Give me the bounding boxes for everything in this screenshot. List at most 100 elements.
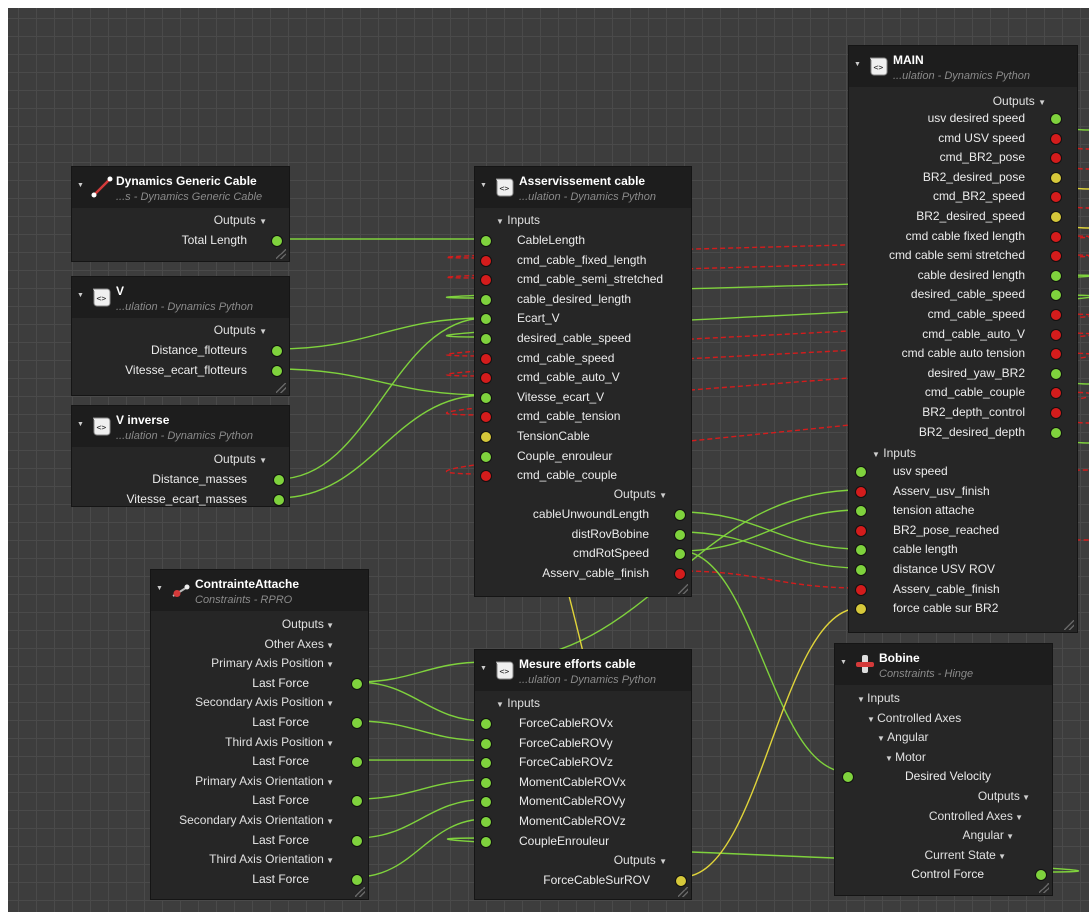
group-other-axes[interactable]: Other Axes ▼ [151, 635, 334, 653]
output-port[interactable] [1050, 387, 1062, 400]
collapse-icon[interactable]: ▼ [840, 659, 847, 666]
output-port[interactable] [1050, 250, 1062, 263]
output-port[interactable] [271, 365, 283, 377]
output-port[interactable] [1050, 426, 1062, 439]
input-port[interactable] [855, 466, 867, 478]
inputs-header[interactable]: ▼ Inputs [496, 694, 540, 712]
input-port[interactable] [855, 524, 867, 537]
output-port[interactable] [1050, 152, 1062, 165]
node-contrainte-attache[interactable]: ▼ ContrainteAttache Constraints - RPRO O… [150, 569, 369, 900]
resize-grip[interactable] [276, 383, 286, 393]
output-port[interactable] [1050, 132, 1062, 145]
resize-grip[interactable] [355, 887, 365, 897]
input-port[interactable] [480, 274, 492, 287]
input-port[interactable] [855, 564, 867, 576]
node-header[interactable]: ▼ <> MAIN ...ulation - Dynamics Python [849, 46, 1077, 87]
output-port[interactable] [674, 509, 686, 521]
resize-grip[interactable] [678, 887, 688, 897]
input-port[interactable] [480, 757, 492, 770]
output-port[interactable] [1050, 113, 1062, 125]
node-mesure-efforts-cable[interactable]: ▼ <> Mesure efforts cable ...ulation - D… [474, 649, 692, 900]
output-port[interactable] [1035, 869, 1047, 882]
output-port[interactable] [674, 567, 686, 580]
input-port[interactable] [480, 796, 492, 809]
input-port[interactable] [480, 816, 492, 828]
input-port[interactable] [480, 352, 492, 365]
node-main[interactable]: ▼ <> MAIN ...ulation - Dynamics Python O… [848, 45, 1078, 633]
collapse-icon[interactable]: ▼ [480, 182, 487, 189]
output-port[interactable] [1050, 309, 1062, 321]
output-port[interactable] [1050, 211, 1062, 223]
output-port[interactable] [351, 756, 363, 769]
group-angular[interactable]: ▼ Angular [877, 728, 929, 746]
input-port[interactable] [480, 470, 492, 483]
output-port[interactable] [351, 873, 363, 886]
input-port[interactable] [480, 372, 492, 385]
output-port[interactable] [1050, 367, 1062, 380]
collapse-icon[interactable]: ▼ [854, 61, 861, 68]
output-port[interactable] [1050, 191, 1062, 204]
group-outputs[interactable]: Outputs ▼ [835, 787, 1030, 805]
resize-grip[interactable] [678, 584, 688, 594]
input-port[interactable] [480, 313, 492, 326]
input-port[interactable] [480, 411, 492, 424]
input-port[interactable] [480, 293, 492, 306]
input-port[interactable] [855, 583, 867, 596]
output-port[interactable] [1050, 269, 1062, 282]
outputs-header[interactable]: Outputs ▼ [72, 321, 267, 339]
node-header[interactable]: ▼ Dynamics Generic Cable ...s - Dynamics… [72, 167, 289, 208]
output-port[interactable] [351, 795, 363, 808]
output-port[interactable] [351, 834, 363, 847]
outputs-header[interactable]: Outputs ▼ [475, 851, 667, 869]
input-port[interactable] [855, 485, 867, 498]
node-header[interactable]: ▼ <> Mesure efforts cable ...ulation - D… [475, 650, 691, 691]
node-v-inverse[interactable]: ▼ <> V inverse ...ulation - Dynamics Pyt… [71, 405, 290, 507]
group-current-state[interactable]: Current State ▼ [835, 846, 1006, 864]
input-port[interactable] [842, 771, 854, 784]
input-port[interactable] [480, 718, 492, 730]
collapse-icon[interactable]: ▼ [156, 585, 163, 592]
group-controlled-axes[interactable]: ▼ Controlled Axes [867, 709, 961, 727]
resize-grip[interactable] [1064, 620, 1074, 630]
inputs-header[interactable]: ▼ Inputs [496, 211, 540, 229]
output-port[interactable] [674, 548, 686, 561]
outputs-header[interactable]: Outputs ▼ [849, 92, 1046, 110]
collapse-icon[interactable]: ▼ [480, 665, 487, 672]
output-port[interactable] [1050, 328, 1062, 341]
input-port[interactable] [480, 235, 492, 247]
group-outputs[interactable]: Outputs ▼ [151, 615, 334, 633]
input-port[interactable] [480, 737, 492, 750]
output-port[interactable] [1050, 348, 1062, 361]
output-port[interactable] [1050, 171, 1062, 184]
outputs-header[interactable]: Outputs ▼ [72, 450, 267, 468]
group-controlled-axes[interactable]: Controlled Axes ▼ [835, 807, 1023, 825]
output-port[interactable] [273, 494, 285, 506]
collapse-icon[interactable]: ▼ [77, 421, 84, 428]
output-port[interactable] [675, 875, 687, 887]
resize-grip[interactable] [1039, 883, 1049, 893]
output-port[interactable] [674, 528, 686, 541]
group-third-axis-orientation[interactable]: Third Axis Orientation ▼ [151, 850, 334, 868]
group-angular[interactable]: Angular ▼ [835, 826, 1014, 844]
node-header[interactable]: ▼ <> Asservissement cable ...ulation - D… [475, 167, 691, 208]
inputs-header[interactable]: ▼ Inputs [872, 444, 916, 462]
group-primary-axis-position[interactable]: Primary Axis Position ▼ [151, 654, 334, 672]
input-port[interactable] [480, 431, 492, 443]
input-port[interactable] [480, 776, 492, 789]
collapse-icon[interactable]: ▼ [77, 292, 84, 299]
output-port[interactable] [351, 717, 363, 729]
output-port[interactable] [1050, 407, 1062, 419]
node-header[interactable]: ▼ <> V inverse ...ulation - Dynamics Pyt… [72, 406, 289, 447]
node-v[interactable]: ▼ <> V ...ulation - Dynamics Python Outp… [71, 276, 290, 396]
node-header[interactable]: ▼ ContrainteAttache Constraints - RPRO [151, 570, 368, 611]
input-port[interactable] [480, 450, 492, 463]
outputs-header[interactable]: Outputs ▼ [72, 211, 267, 229]
output-port[interactable] [271, 235, 283, 247]
output-port[interactable] [351, 677, 363, 690]
input-port[interactable] [480, 391, 492, 404]
group-primary-axis-orientation[interactable]: Primary Axis Orientation ▼ [151, 772, 334, 790]
output-port[interactable] [271, 345, 283, 357]
node-header[interactable]: ▼ Bobine Constraints - Hinge [835, 644, 1052, 685]
group-inputs[interactable]: ▼ Inputs [857, 689, 900, 707]
group-secondary-axis-position[interactable]: Secondary Axis Position ▼ [151, 693, 334, 711]
